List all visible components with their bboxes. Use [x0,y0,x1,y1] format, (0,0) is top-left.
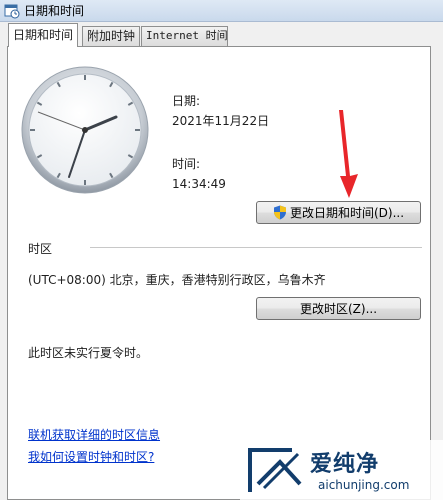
change-date-time-label: 更改日期和时间(D)... [289,206,405,220]
time-label: 时间: [172,157,201,171]
title-bar: 日期和时间 [0,0,443,22]
date-label: 日期: [172,94,201,108]
tab-additional-clocks[interactable]: 附加时钟 [82,26,140,46]
time-value: 14:34:49 [172,177,226,191]
change-date-time-button[interactable]: 更改日期和时间(D)... [256,201,421,224]
watermark-brand: 爱纯净 [310,452,380,477]
analog-clock-icon [20,65,150,195]
tab-date-and-time[interactable]: 日期和时间 [8,23,78,47]
dst-note: 此时区未实行夏令时。 [28,346,149,360]
tab-internet-time[interactable]: Internet 时间 [141,26,228,46]
uac-shield-icon [273,205,287,220]
watermark-url: aichunjing.com [318,478,410,492]
timezone-header: 时区 [28,242,53,256]
online-timezone-info-link[interactable]: 联机获取详细的时区信息 [28,426,160,443]
date-value: 2021年11月22日 [172,114,270,128]
red-arrow-annotation [332,108,362,200]
timezone-value: (UTC+08:00) 北京，重庆，香港特别行政区，乌鲁木齐 [28,273,326,287]
window-title: 日期和时间 [24,4,85,18]
timezone-divider [90,247,422,248]
how-to-set-clock-link[interactable]: 我如何设置时钟和时区? [28,448,154,465]
clock-app-icon [4,3,20,19]
change-timezone-button[interactable]: 更改时区(Z)... [256,297,421,320]
